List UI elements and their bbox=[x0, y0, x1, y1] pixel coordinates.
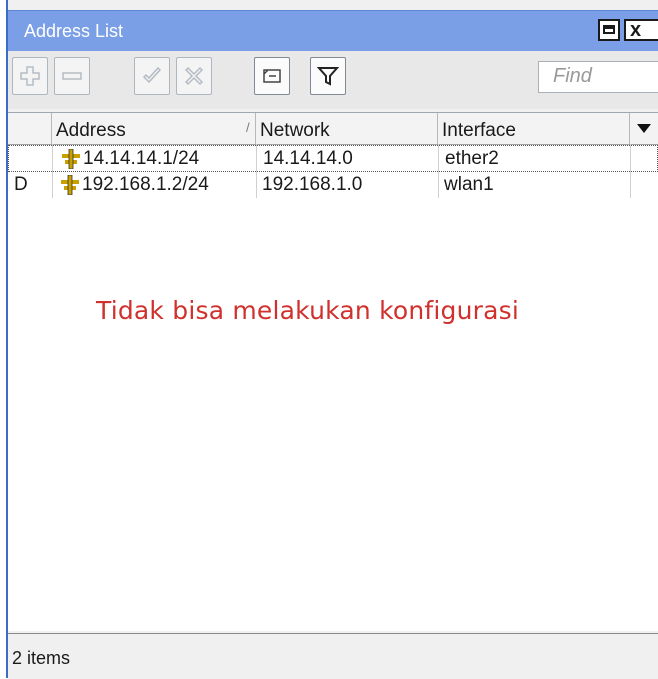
table-row[interactable]: 14.14.14.1/24 14.14.14.0 ether2 bbox=[8, 145, 658, 172]
row-network: 192.168.1.0 bbox=[262, 174, 363, 195]
annotation-text: Tidak bisa melakukan konfigurasi bbox=[96, 296, 520, 325]
column-header-interface[interactable]: Interface bbox=[438, 113, 630, 144]
address-icon bbox=[62, 149, 80, 169]
add-button[interactable] bbox=[12, 57, 48, 95]
check-icon bbox=[142, 66, 162, 84]
title-bar[interactable]: Address List x bbox=[8, 10, 658, 51]
toolbar: Find bbox=[8, 51, 658, 109]
triangle-down-icon bbox=[637, 123, 651, 133]
address-table: Address / Network Interface 14.14.14.1/2… bbox=[8, 112, 658, 631]
remove-button[interactable] bbox=[54, 57, 90, 95]
plus-icon bbox=[20, 66, 40, 86]
x-icon bbox=[184, 66, 204, 86]
window-title: Address List bbox=[24, 21, 124, 41]
comment-button[interactable] bbox=[254, 57, 290, 95]
disable-button[interactable] bbox=[176, 57, 212, 95]
close-button[interactable]: x bbox=[624, 19, 658, 41]
enable-button[interactable] bbox=[134, 57, 170, 95]
row-interface: ether2 bbox=[445, 148, 499, 169]
sort-indicator: / bbox=[246, 120, 250, 135]
status-bar: 2 items bbox=[8, 633, 658, 679]
item-count: 2 items bbox=[12, 648, 71, 668]
find-input[interactable]: Find bbox=[538, 61, 658, 93]
row-address: 14.14.14.1/24 bbox=[83, 148, 200, 169]
row-network: 14.14.14.0 bbox=[263, 148, 353, 169]
address-list-window: Address List x Find Address / Network In… bbox=[6, 0, 658, 679]
address-icon bbox=[61, 175, 79, 195]
column-header-address[interactable]: Address bbox=[52, 113, 256, 144]
comment-icon bbox=[263, 69, 281, 83]
table-row[interactable]: D 192.168.1.2/24 192.168.1.0 wlan1 bbox=[8, 172, 658, 199]
filter-icon bbox=[317, 67, 339, 86]
row-interface: wlan1 bbox=[444, 174, 494, 195]
row-flag: D bbox=[14, 174, 28, 195]
row-address: 192.168.1.2/24 bbox=[82, 174, 209, 195]
table-header: Address / Network Interface bbox=[8, 113, 658, 145]
column-header-network[interactable]: Network bbox=[256, 113, 438, 144]
maximize-button[interactable] bbox=[598, 19, 620, 41]
column-menu-dropdown[interactable] bbox=[630, 113, 658, 144]
filter-button[interactable] bbox=[310, 57, 346, 95]
minus-icon bbox=[62, 72, 82, 80]
flag-column-header[interactable] bbox=[8, 113, 52, 144]
